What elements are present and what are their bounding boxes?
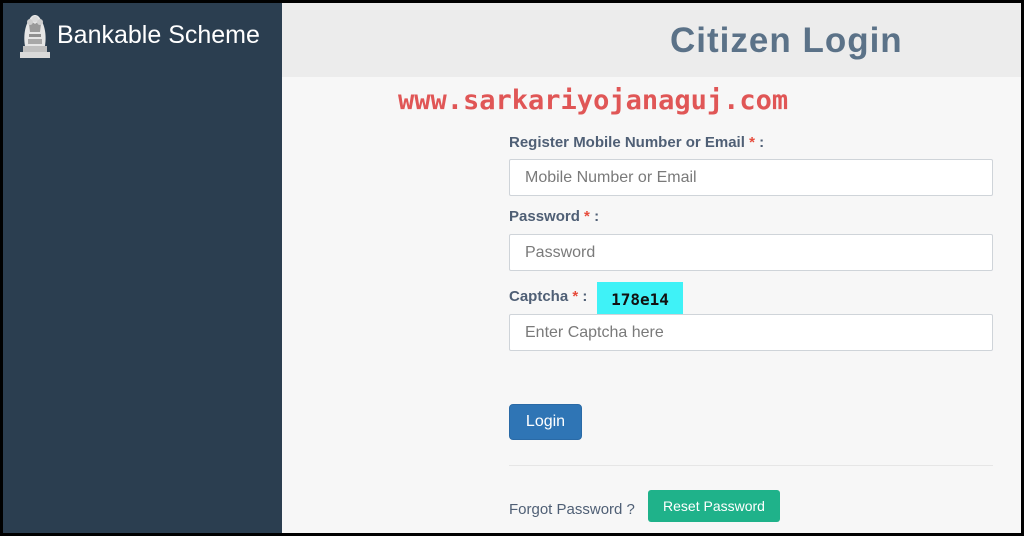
- page-border: [0, 0, 1024, 536]
